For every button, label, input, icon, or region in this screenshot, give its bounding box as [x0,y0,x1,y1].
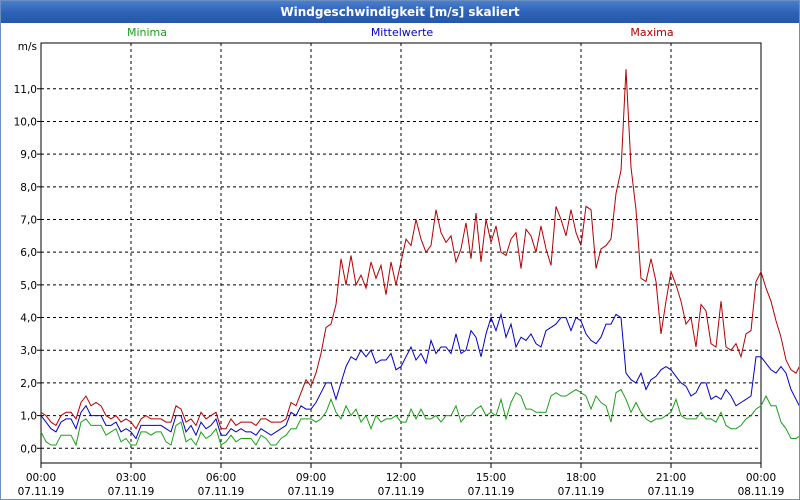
title-bar: Windgeschwindigkeit [m/s] skaliert [1,1,799,23]
x-tick-time: 12:00 [386,472,416,484]
x-tick-date: 08.11.19 [738,486,785,498]
line-chart: m/s 0,0 1,0 2,0 3,0 4,0 5,0 6,0 7,0 8,0 9,0 10,0 11… [14,26,799,498]
y-tick-label: 4,0 [20,313,37,325]
window-title: Windgeschwindigkeit [m/s] skaliert [280,5,520,19]
y-tick-label: 7,0 [20,214,37,226]
legend-minima: Minima [127,26,167,39]
legend-maxima: Maxima [630,26,673,39]
chart-window: Windgeschwindigkeit [m/s] skaliert m/s 0… [0,0,800,500]
y-tick-label: 10,0 [14,116,37,128]
y-tick-label: 11,0 [14,84,37,96]
x-tick-date: 07.11.19 [558,486,605,498]
y-tick-label: 0,0 [20,443,37,455]
x-tick-time: 00:00 [746,472,776,484]
x-axis-ticks: 00:00 07.11.19 03:00 07.11.19 06:00 07.11.19 0… [18,463,785,498]
y-tick-label: 9,0 [20,149,37,161]
x-tick-time: 03:00 [116,472,146,484]
legend-mittelwerte: Mittelwerte [371,26,434,39]
y-axis-ticks: 0,0 1,0 2,0 3,0 4,0 5,0 6,0 7,0 8,0 9,0 10,0 11,0 [14,84,41,455]
x-tick-date: 07.11.19 [18,486,65,498]
y-tick-label: 8,0 [20,182,37,194]
x-tick-time: 00:00 [26,472,56,484]
x-tick-time: 06:00 [206,472,236,484]
x-tick-date: 07.11.19 [648,486,695,498]
y-axis-unit: m/s [18,41,37,53]
y-tick-label: 1,0 [20,411,37,423]
x-tick-time: 21:00 [656,472,686,484]
x-tick-time: 18:00 [566,472,596,484]
y-tick-label: 3,0 [20,345,37,357]
y-tick-label: 5,0 [20,280,37,292]
y-tick-label: 2,0 [20,378,37,390]
x-tick-date: 07.11.19 [378,486,425,498]
x-tick-time: 15:00 [476,472,506,484]
x-tick-date: 07.11.19 [288,486,335,498]
x-tick-date: 07.11.19 [108,486,155,498]
y-tick-label: 6,0 [20,247,37,259]
x-tick-date: 07.11.19 [198,486,245,498]
x-tick-date: 07.11.19 [468,486,515,498]
x-tick-time: 09:00 [296,472,326,484]
